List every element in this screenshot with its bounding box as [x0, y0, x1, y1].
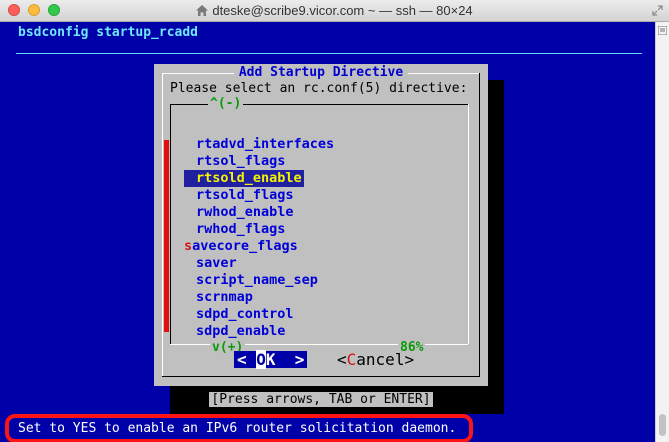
- terminal-scrollbar[interactable]: [655, 22, 669, 442]
- window-title-text: dteske@scribe9.vicor.com ~ — ssh — 80×24: [212, 3, 473, 18]
- status-highlight-ring: [5, 414, 473, 442]
- list-item[interactable]: rwhod_enable: [184, 204, 398, 221]
- dialog-frame-right: [479, 73, 480, 377]
- dialog-frame-left: [162, 73, 163, 377]
- list-item-selected[interactable]: rtsold_enable: [184, 170, 398, 187]
- list-item[interactable]: rwhod_flags: [184, 221, 398, 238]
- list-frame-right: [468, 104, 469, 344]
- terminal-screen[interactable]: bsdconfig startup_rcadd Add Startup Dire…: [0, 22, 655, 442]
- program-title: bsdconfig startup_rcadd: [18, 25, 199, 40]
- list-item[interactable]: sdpd_enable: [184, 323, 398, 340]
- scroll-up-indicator[interactable]: ^(-): [208, 96, 244, 112]
- fullscreen-icon[interactable]: [652, 5, 663, 16]
- scrollbar-thumb[interactable]: [659, 414, 666, 436]
- menu-dialog: Add Startup Directive Please select an r…: [154, 64, 488, 407]
- list-item[interactable]: rtsol_flags: [184, 153, 398, 170]
- list-frame-left: [170, 104, 171, 344]
- list-item[interactable]: saver: [184, 255, 398, 272]
- window-titlebar[interactable]: dteske@scribe9.vicor.com ~ — ssh — 80×24: [0, 0, 669, 22]
- dialog-title: Add Startup Directive: [154, 65, 488, 81]
- list-item[interactable]: rtsold_flags: [184, 187, 398, 204]
- cancel-button[interactable]: <Cancel>: [337, 351, 414, 368]
- list-item[interactable]: script_name_sep: [184, 272, 398, 289]
- list-item[interactable]: rtadvd_interfaces: [184, 136, 398, 153]
- scrollbar-menu-icon[interactable]: [658, 26, 667, 35]
- window-title: dteske@scribe9.vicor.com ~ — ssh — 80×24: [0, 3, 669, 18]
- backtitle-divider: [16, 53, 642, 54]
- home-icon: [196, 5, 209, 16]
- dialog-prompt: Please select an rc.conf(5) directive:: [170, 81, 468, 96]
- directive-list: rtadvd_interfaces rtsol_flags rtsold_ena…: [184, 136, 398, 340]
- list-item[interactable]: sdpd_control: [184, 306, 398, 323]
- key-hint: [Press arrows, TAB or ENTER]: [209, 392, 433, 407]
- list-scroll-indicator: [164, 140, 169, 332]
- dialog-frame-bottom: [162, 376, 480, 377]
- list-item[interactable]: savecore_flags: [184, 238, 398, 255]
- list-item[interactable]: scrnmap: [184, 289, 398, 306]
- ok-button[interactable]: < OK >: [234, 350, 308, 369]
